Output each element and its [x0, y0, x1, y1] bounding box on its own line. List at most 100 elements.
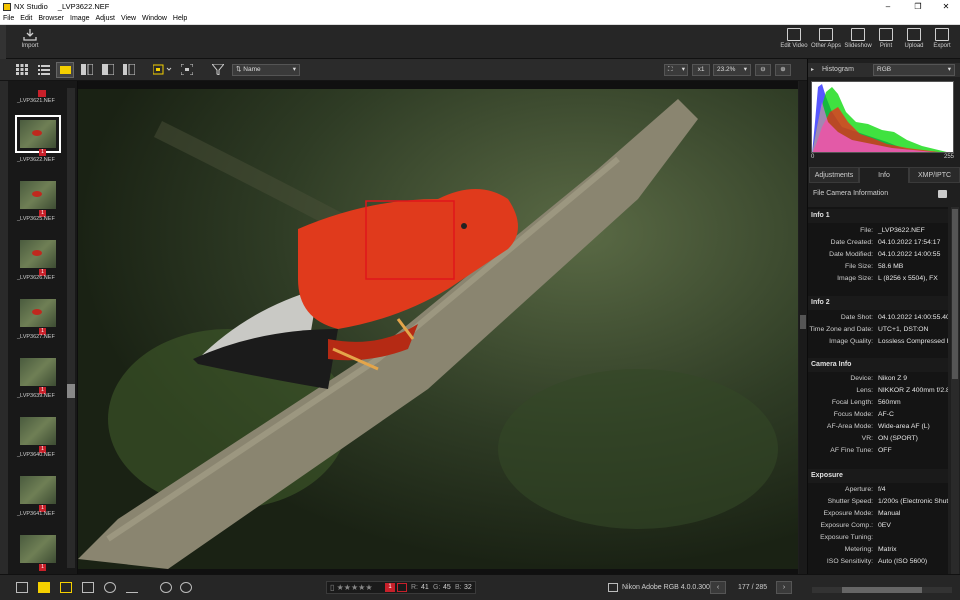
- menu-file[interactable]: File: [0, 15, 17, 22]
- filmstrip-collapse-handle[interactable]: [0, 81, 8, 574]
- upload-icon: [907, 28, 921, 41]
- export-button[interactable]: Export: [930, 28, 954, 49]
- compare-view-icon[interactable]: [81, 64, 93, 75]
- export-label: Export: [933, 43, 951, 49]
- info-subheader: File Camera Information: [813, 190, 889, 197]
- single-view-button[interactable]: [56, 62, 74, 78]
- histogram-overlay-icon[interactable]: [126, 582, 138, 593]
- other-apps-button[interactable]: Other Apps: [810, 28, 842, 49]
- minimize-button[interactable]: –: [876, 0, 900, 13]
- app-name: NX Studio: [14, 2, 48, 11]
- thumbnail[interactable]: 1: [20, 181, 56, 217]
- zoom-out-button[interactable]: ⊖: [755, 64, 771, 76]
- thumbnail[interactable]: 1: [20, 240, 56, 276]
- row-label: Image Quality:: [829, 338, 873, 345]
- thumbnail[interactable]: 1: [20, 535, 56, 571]
- info-row: File: _LVP3622.NEF: [808, 225, 948, 237]
- menu-window[interactable]: Window: [139, 15, 170, 22]
- menu-edit[interactable]: Edit: [17, 15, 35, 22]
- fit-zoom-select[interactable]: ⛶ ▾: [664, 64, 688, 76]
- toolbar-collapse-handle[interactable]: [0, 25, 6, 59]
- row-value: UTC+1, DST:ON: [878, 326, 929, 333]
- fit-frame-icon[interactable]: [181, 64, 193, 75]
- menu-adjust[interactable]: Adjust: [93, 15, 118, 22]
- panel-layout-icon[interactable]: [123, 64, 135, 75]
- sort-select[interactable]: ⇅ Name ▾: [232, 64, 300, 76]
- tab-xmp-iptc[interactable]: XMP/IPTC: [909, 167, 960, 183]
- row-label: File Size:: [845, 263, 873, 270]
- green-value: 45: [443, 584, 451, 591]
- row-label: Focus Mode:: [833, 411, 873, 418]
- layers-active-icon[interactable]: [38, 582, 50, 593]
- red-label: R:: [411, 584, 418, 591]
- rotate-left-icon[interactable]: [160, 582, 172, 593]
- previous-image-button[interactable]: ‹: [710, 581, 726, 594]
- image-viewer[interactable]: [78, 81, 798, 574]
- menu-image[interactable]: Image: [67, 15, 92, 22]
- info-overlay-icon[interactable]: [104, 582, 116, 593]
- menu-browser[interactable]: Browser: [35, 15, 67, 22]
- row-value: Lossless Compressed RAW: [878, 338, 948, 345]
- maximize-button[interactable]: ❐: [906, 0, 930, 13]
- row-value: Nikon Z 9: [878, 375, 908, 382]
- chevron-down-icon: ▾: [681, 66, 685, 73]
- row-label: Metering:: [844, 546, 873, 553]
- histogram-channel-select[interactable]: RGB ▾: [873, 64, 955, 76]
- tab-adjustments[interactable]: Adjustments: [809, 167, 859, 183]
- info-row: Lens: NIKKOR Z 400mm f/2.8: [808, 385, 948, 397]
- row-label: Device:: [850, 375, 873, 382]
- reject-flag-icon[interactable]: [397, 583, 407, 592]
- zoom-in-button[interactable]: ⊕: [775, 64, 791, 76]
- close-button[interactable]: ✕: [934, 0, 958, 13]
- main-toolbar: Import Edit Video Other Apps Slideshow P…: [0, 25, 960, 59]
- rating-flag[interactable]: 1: [385, 583, 395, 592]
- chevron-right-icon: ›: [782, 584, 786, 591]
- upload-button[interactable]: Upload: [901, 28, 927, 49]
- import-button[interactable]: Import: [18, 28, 42, 49]
- row-value: NIKKOR Z 400mm f/2.8: [878, 387, 948, 394]
- thumbnail[interactable]: 1: [20, 417, 56, 453]
- row-label: VR:: [861, 435, 873, 442]
- filter-icon[interactable]: [212, 64, 224, 75]
- grid-overlay-icon[interactable]: [82, 582, 94, 593]
- info-row: AF Fine Tune: OFF: [808, 445, 948, 457]
- focus-point-icon[interactable]: [153, 64, 173, 75]
- layers-icon[interactable]: [16, 582, 28, 593]
- menu-help[interactable]: Help: [170, 15, 190, 22]
- edit-video-button[interactable]: Edit Video: [780, 28, 808, 49]
- right-panel-collapse-handle[interactable]: [799, 81, 807, 574]
- menu-view[interactable]: View: [118, 15, 139, 22]
- camera-info-icon[interactable]: [938, 190, 947, 198]
- histogram-max: 255: [944, 154, 955, 160]
- zoom-out-icon: ⊖: [760, 66, 766, 73]
- row-label: AF-Area Mode:: [826, 423, 873, 430]
- title-bar: NX Studio _LVP3622.NEF – ❐ ✕: [0, 0, 960, 13]
- row-value: OFF: [878, 447, 892, 454]
- info-scroll-thumb[interactable]: [952, 209, 958, 379]
- list-view-icon[interactable]: [38, 64, 50, 75]
- print-button[interactable]: Print: [876, 28, 896, 49]
- next-image-button[interactable]: ›: [776, 581, 792, 594]
- info-scrollbar[interactable]: [951, 207, 959, 574]
- info-row: ISO Sensitivity: Auto (ISO 5600): [808, 556, 948, 568]
- panel-scrollbar-horizontal[interactable]: [812, 587, 952, 593]
- zoom-1x-button[interactable]: x1: [692, 64, 710, 76]
- side-by-side-icon[interactable]: [102, 64, 114, 75]
- info-row: Shutter Speed: 1/200s (Electronic Shutter…: [808, 496, 948, 508]
- zoom-select[interactable]: 23.2% ▾: [713, 64, 751, 76]
- thumbnail[interactable]: 1: [15, 115, 61, 156]
- blue-label: B:: [455, 584, 462, 591]
- thumbnail[interactable]: 1: [20, 299, 56, 335]
- filmstrip-scroll-thumb[interactable]: [67, 384, 75, 398]
- tab-info[interactable]: Info: [859, 167, 909, 183]
- filmstrip-scrollbar[interactable]: [67, 88, 75, 568]
- row-label: Focal Length:: [831, 399, 873, 406]
- thumbnail[interactable]: 1: [20, 476, 56, 512]
- slideshow-button[interactable]: Slideshow: [843, 28, 873, 49]
- rotate-right-icon[interactable]: [180, 582, 192, 593]
- thumbnail[interactable]: 1: [20, 358, 56, 394]
- horizontal-scroll-thumb[interactable]: [842, 587, 922, 593]
- grid-view-icon[interactable]: [16, 64, 28, 75]
- frame-icon[interactable]: [60, 582, 72, 593]
- rating-stars[interactable]: ▯ ★★★★★: [330, 583, 372, 592]
